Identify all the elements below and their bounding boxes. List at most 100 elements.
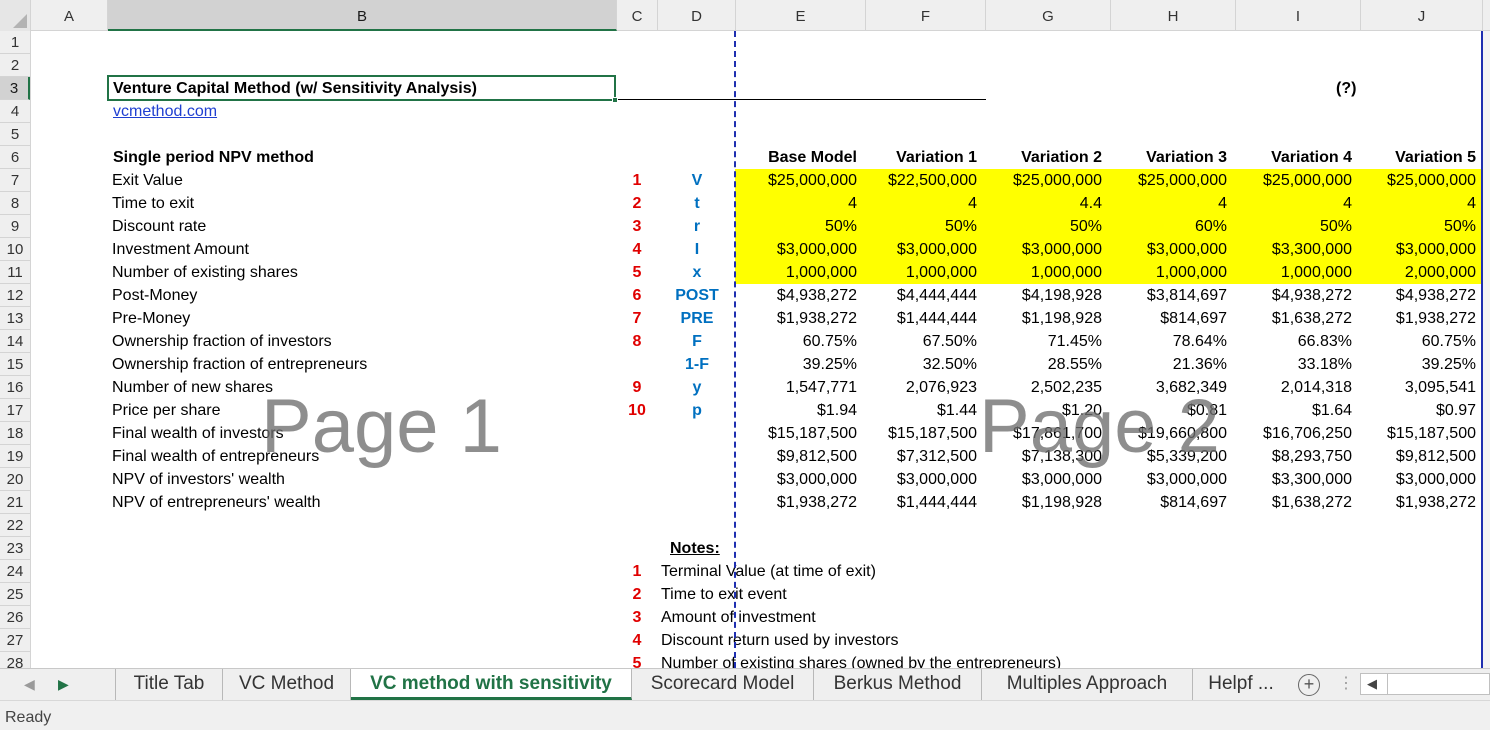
column-header-h[interactable]: H	[1111, 0, 1236, 31]
table-cell[interactable]: $1,638,272	[1227, 307, 1352, 330]
footnote-number[interactable]: 2	[617, 192, 657, 215]
table-cell[interactable]: $3,000,000	[732, 238, 857, 261]
table-cell[interactable]: $9,812,500	[732, 445, 857, 468]
table-cell[interactable]: 4	[852, 192, 977, 215]
variable-symbol[interactable]: V	[658, 169, 736, 192]
note-number[interactable]: 2	[617, 583, 657, 606]
table-cell[interactable]: 4.4	[977, 192, 1102, 215]
table-cell[interactable]: 50%	[1351, 215, 1476, 238]
table-cell[interactable]: $25,000,000	[1227, 169, 1352, 192]
row-header[interactable]: 3	[0, 77, 30, 100]
note-number[interactable]: 4	[617, 629, 657, 652]
footnote-number[interactable]: 4	[617, 238, 657, 261]
table-cell[interactable]: $3,000,000	[977, 468, 1102, 491]
table-cell[interactable]: 1,000,000	[852, 261, 977, 284]
column-header-a[interactable]: A	[31, 0, 108, 31]
table-cell[interactable]: 1,547,771	[732, 376, 857, 399]
column-header-e[interactable]: E	[736, 0, 866, 31]
help-marker[interactable]: (?)	[1336, 77, 1356, 100]
footnote-number[interactable]: 10	[617, 399, 657, 422]
table-cell[interactable]: 50%	[1227, 215, 1352, 238]
table-cell[interactable]: $7,138,300	[977, 445, 1102, 468]
table-cell[interactable]: 1,000,000	[732, 261, 857, 284]
table-cell[interactable]: 28.55%	[977, 353, 1102, 376]
table-cell[interactable]: $1,938,272	[1351, 491, 1476, 514]
table-cell[interactable]: $1,938,272	[732, 307, 857, 330]
row-label[interactable]: Final wealth of investors	[112, 422, 284, 445]
table-cell[interactable]: $17,861,700	[977, 422, 1102, 445]
table-cell[interactable]: 3,682,349	[1102, 376, 1227, 399]
footnote-number[interactable]: 9	[617, 376, 657, 399]
select-all-corner[interactable]	[0, 0, 31, 31]
table-cell[interactable]: $1,938,272	[732, 491, 857, 514]
table-cell[interactable]: $25,000,000	[977, 169, 1102, 192]
row-header[interactable]: 24	[0, 560, 30, 583]
row-header[interactable]: 27	[0, 629, 30, 652]
column-label[interactable]: Variation 3	[1097, 146, 1227, 169]
table-cell[interactable]: $1.64	[1227, 399, 1352, 422]
table-cell[interactable]: 2,076,923	[852, 376, 977, 399]
table-cell[interactable]: 4	[1351, 192, 1476, 215]
table-cell[interactable]: $814,697	[1102, 491, 1227, 514]
tab-scorecard-model[interactable]: Scorecard Model	[632, 669, 814, 700]
row-label[interactable]: Time to exit	[112, 192, 194, 215]
table-cell[interactable]: $3,000,000	[977, 238, 1102, 261]
note-text[interactable]: Discount return used by investors	[661, 629, 898, 652]
spreadsheet-grid[interactable]: Venture Capital Method (w/ Sensitivity A…	[31, 31, 1483, 668]
table-cell[interactable]: $3,000,000	[852, 238, 977, 261]
row-label[interactable]: NPV of investors' wealth	[112, 468, 285, 491]
more-options-icon[interactable]: ⋮	[1338, 669, 1354, 700]
table-cell[interactable]: $1,444,444	[852, 491, 977, 514]
column-label[interactable]: Variation 4	[1222, 146, 1352, 169]
row-header[interactable]: 5	[0, 123, 30, 146]
table-cell[interactable]: 66.83%	[1227, 330, 1352, 353]
column-header-b[interactable]: B	[108, 0, 617, 31]
table-cell[interactable]: $1.44	[852, 399, 977, 422]
tab-scroll-prev-icon[interactable]: ◀	[24, 669, 35, 700]
note-text[interactable]: Number of existing shares (owned by the …	[661, 652, 1061, 668]
row-header[interactable]: 21	[0, 491, 30, 514]
table-cell[interactable]: $3,814,697	[1102, 284, 1227, 307]
row-label[interactable]: Number of existing shares	[112, 261, 298, 284]
row-header[interactable]: 1	[0, 31, 30, 54]
table-cell[interactable]: $1,638,272	[1227, 491, 1352, 514]
column-header-f[interactable]: F	[866, 0, 986, 31]
note-text[interactable]: Amount of investment	[661, 606, 816, 629]
footnote-number[interactable]: 5	[617, 261, 657, 284]
table-cell[interactable]: $3,000,000	[1351, 238, 1476, 261]
column-label[interactable]: Variation 5	[1346, 146, 1476, 169]
table-cell[interactable]: $9,812,500	[1351, 445, 1476, 468]
footnote-number[interactable]: 3	[617, 215, 657, 238]
table-cell[interactable]: $4,938,272	[1351, 284, 1476, 307]
note-number[interactable]: 1	[617, 560, 657, 583]
row-header[interactable]: 4	[0, 100, 30, 123]
tab-vc-method-with-sensitivity[interactable]: VC method with sensitivity	[351, 669, 632, 700]
table-cell[interactable]: 2,502,235	[977, 376, 1102, 399]
variable-symbol[interactable]: I	[658, 238, 736, 261]
table-cell[interactable]: $8,293,750	[1227, 445, 1352, 468]
table-cell[interactable]: $7,312,500	[852, 445, 977, 468]
table-cell[interactable]: $1.20	[977, 399, 1102, 422]
footnote-number[interactable]: 8	[617, 330, 657, 353]
row-header[interactable]: 16	[0, 376, 30, 399]
column-label[interactable]: Base Model	[727, 146, 857, 169]
column-header-c[interactable]: C	[617, 0, 658, 31]
table-cell[interactable]: $1,198,928	[977, 307, 1102, 330]
scroll-left-icon[interactable]: ◀	[1367, 674, 1377, 694]
tab-multiples-approach[interactable]: Multiples Approach	[982, 669, 1193, 700]
table-cell[interactable]: 71.45%	[977, 330, 1102, 353]
table-cell[interactable]: 32.50%	[852, 353, 977, 376]
table-cell[interactable]: $15,187,500	[852, 422, 977, 445]
table-cell[interactable]: 2,014,318	[1227, 376, 1352, 399]
table-cell[interactable]: $814,697	[1102, 307, 1227, 330]
table-cell[interactable]: 4	[1227, 192, 1352, 215]
row-header[interactable]: 26	[0, 606, 30, 629]
table-cell[interactable]: 4	[1102, 192, 1227, 215]
variable-symbol[interactable]: 1-F	[658, 353, 736, 376]
table-cell[interactable]: $16,706,250	[1227, 422, 1352, 445]
table-cell[interactable]: 39.25%	[732, 353, 857, 376]
table-cell[interactable]: 67.50%	[852, 330, 977, 353]
table-cell[interactable]: 50%	[852, 215, 977, 238]
table-cell[interactable]: $4,938,272	[1227, 284, 1352, 307]
table-cell[interactable]: 4	[732, 192, 857, 215]
